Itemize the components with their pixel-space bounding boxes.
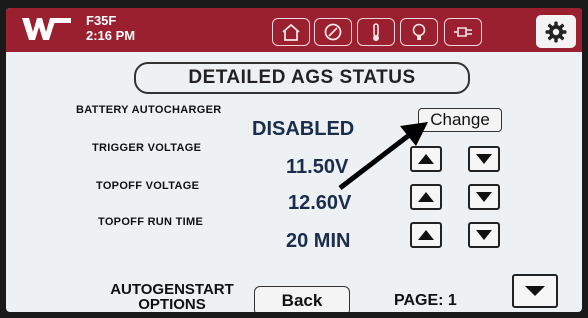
page-down-button[interactable] [512, 274, 558, 308]
autogenstart-line-1: AUTOGENSTART [110, 281, 234, 298]
triangle-down-icon [476, 230, 492, 240]
back-button[interactable]: Back [254, 286, 350, 312]
home-button[interactable] [272, 18, 310, 46]
light-button[interactable] [400, 18, 438, 46]
model-label: F35F [86, 13, 117, 28]
brand-logo [22, 18, 71, 40]
trigger-voltage-label: TRIGGER VOLTAGE [92, 142, 202, 154]
topoff-voltage-label: TOPOFF VOLTAGE [96, 180, 200, 192]
settings-button[interactable] [536, 15, 576, 48]
plug-icon [454, 27, 472, 37]
pointer-arrow-annotation [338, 122, 428, 190]
triangle-down-icon [476, 192, 492, 202]
light-bulb-icon [412, 23, 426, 40]
topoff-voltage-down-button[interactable] [468, 184, 500, 210]
touch-screen: F35F 2:16 PM DETAILED AGS STATUS BATTERY… [6, 8, 582, 312]
thermometer-icon [373, 23, 379, 41]
home-icon [282, 23, 300, 41]
page-indicator: PAGE: 1 [394, 292, 457, 309]
topoff-run-time-value: 20 MIN [286, 230, 351, 252]
topoff-run-time-label: TOPOFF RUN TIME [98, 216, 204, 228]
topoff-run-time-down-button[interactable] [468, 222, 500, 248]
trigger-voltage-down-button[interactable] [468, 146, 500, 172]
plug-button[interactable] [444, 18, 482, 46]
thermometer-button[interactable] [357, 18, 395, 46]
fan-icon [324, 23, 342, 41]
gear-icon [545, 21, 567, 42]
header-bar: F35F 2:16 PM [6, 8, 582, 52]
clock-label: 2:16 PM [86, 28, 136, 43]
autogenstart-options-label[interactable]: AUTOGENSTART OPTIONS [92, 282, 252, 312]
page-title: DETAILED AGS STATUS [134, 62, 470, 94]
device-frame: F35F 2:16 PM DETAILED AGS STATUS BATTERY… [0, 0, 588, 318]
battery-autocharger-label: BATTERY AUTOCHARGER [76, 104, 222, 116]
triangle-down-icon [476, 154, 492, 164]
fan-button[interactable] [314, 18, 352, 46]
topoff-run-time-up-button[interactable] [410, 222, 442, 248]
autogenstart-line-2: OPTIONS [138, 296, 206, 312]
triangle-down-icon [525, 286, 545, 296]
triangle-up-icon [418, 230, 434, 240]
